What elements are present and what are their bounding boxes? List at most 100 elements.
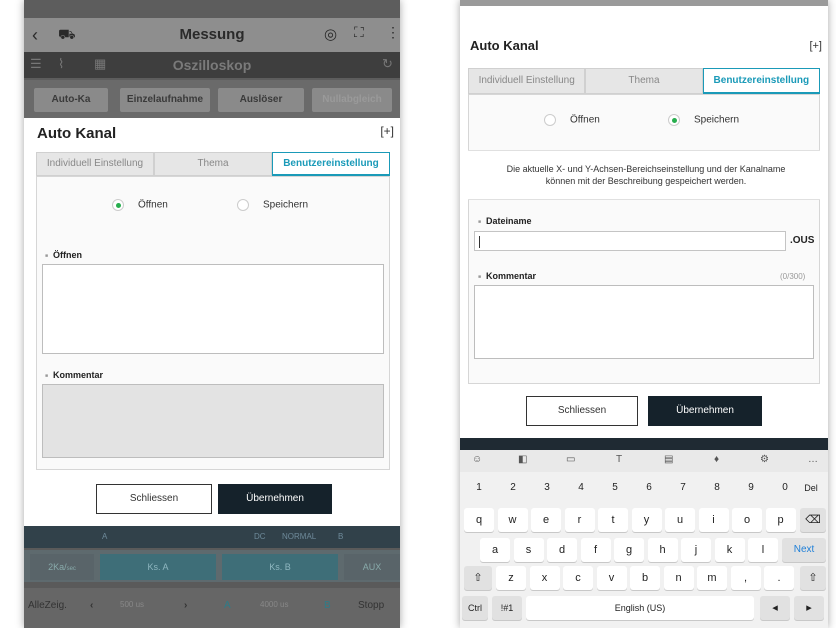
radio-open[interactable]: Öffnen bbox=[112, 199, 168, 211]
tab-user-settings[interactable]: Benutzereinstellung bbox=[272, 152, 390, 176]
on-screen-keyboard: ☺ ◧ ▭ T ▤ ♦ ⚙ … 1234567890 Del qwertyuio… bbox=[460, 438, 828, 628]
apply-button[interactable]: Übernehmen bbox=[648, 396, 762, 426]
microphone-icon[interactable]: ♦ bbox=[714, 454, 719, 465]
apply-button[interactable]: Übernehmen bbox=[218, 484, 332, 514]
close-button[interactable]: Schliessen bbox=[526, 396, 638, 426]
close-button[interactable]: Schliessen bbox=[96, 484, 212, 514]
space-key[interactable]: English (US) bbox=[526, 596, 754, 620]
letter-key[interactable]: i bbox=[698, 508, 729, 532]
comment-field[interactable] bbox=[474, 285, 814, 359]
text-style-icon[interactable]: T bbox=[616, 454, 622, 465]
tab-individual[interactable]: Individuell Einstellung bbox=[36, 152, 154, 176]
backspace-key[interactable]: ⌫ bbox=[800, 508, 826, 532]
gif-icon[interactable]: ▭ bbox=[566, 454, 575, 465]
number-key[interactable]: 1 bbox=[464, 478, 494, 498]
stop-button[interactable]: Stopp bbox=[358, 600, 384, 611]
letter-key[interactable]: o bbox=[732, 508, 762, 532]
next-key[interactable]: Next bbox=[782, 538, 826, 562]
number-key[interactable]: 6 bbox=[634, 478, 664, 498]
time-a-value[interactable]: 500 us bbox=[120, 600, 144, 609]
letter-key[interactable]: h bbox=[647, 538, 678, 562]
letter-key[interactable]: n bbox=[663, 566, 694, 590]
zero-button[interactable]: Nullabgleich bbox=[312, 88, 392, 112]
radio-save[interactable]: Speichern bbox=[668, 114, 739, 126]
tab-user-settings[interactable]: Benutzereinstellung bbox=[702, 68, 820, 94]
letter-key[interactable]: m bbox=[697, 566, 727, 590]
letter-key[interactable]: w bbox=[497, 508, 528, 532]
connection-icon[interactable]: ◎ bbox=[324, 25, 337, 43]
cursor-left-icon[interactable]: ◂ bbox=[760, 596, 790, 620]
number-key[interactable]: 8 bbox=[702, 478, 732, 498]
shift-left-key[interactable]: ⇧ bbox=[464, 566, 492, 590]
single-capture-button[interactable]: Einzelaufnahme bbox=[120, 88, 210, 112]
number-key[interactable]: 2 bbox=[498, 478, 528, 498]
letter-key[interactable]: v bbox=[596, 566, 627, 590]
letter-key[interactable]: g bbox=[614, 538, 644, 562]
number-key[interactable]: 3 bbox=[532, 478, 562, 498]
trigger-button[interactable]: Auslöser bbox=[218, 88, 304, 112]
time-b-value[interactable]: 4000 us bbox=[260, 600, 288, 609]
number-key[interactable]: 4 bbox=[566, 478, 596, 498]
letter-key[interactable]: z bbox=[496, 566, 526, 590]
channel-a-button[interactable]: Ks. A bbox=[100, 554, 216, 580]
more-icon[interactable]: ⋮ bbox=[386, 24, 400, 41]
radio-open[interactable]: Öffnen bbox=[544, 114, 600, 126]
expand-icon[interactable]: [+] bbox=[380, 124, 394, 138]
letter-key[interactable]: j bbox=[681, 538, 711, 562]
filename-input[interactable] bbox=[474, 231, 786, 251]
letter-key[interactable]: y bbox=[631, 508, 662, 532]
number-key[interactable]: 7 bbox=[668, 478, 698, 498]
tab-theme[interactable]: Thema bbox=[585, 68, 703, 94]
letter-key[interactable]: k bbox=[714, 538, 745, 562]
shift-right-key[interactable]: ⇧ bbox=[800, 566, 826, 590]
tab-theme[interactable]: Thema bbox=[154, 152, 272, 176]
description-line-2: können mit der Beschreibung gespeichert … bbox=[545, 176, 747, 186]
letter-key[interactable]: u bbox=[665, 508, 695, 532]
letter-key[interactable]: s bbox=[513, 538, 544, 562]
number-key[interactable]: 5 bbox=[600, 478, 630, 498]
letter-key[interactable]: q bbox=[464, 508, 494, 532]
letter-key[interactable]: c bbox=[563, 566, 593, 590]
cursor-b[interactable]: B bbox=[324, 600, 331, 611]
refresh-icon[interactable]: ↻ bbox=[382, 56, 393, 72]
auto-ka-button[interactable]: Auto-Ka bbox=[34, 88, 108, 112]
clipboard-icon[interactable]: ▤ bbox=[664, 454, 673, 465]
expand-icon[interactable]: [+] bbox=[809, 40, 822, 52]
emoji-icon[interactable]: ☺ bbox=[472, 454, 482, 465]
ctrl-key[interactable]: Ctrl bbox=[462, 596, 488, 620]
letter-key[interactable]: t bbox=[598, 508, 628, 532]
open-file-list[interactable] bbox=[42, 264, 384, 354]
settings-icon[interactable]: ⚙ bbox=[760, 454, 769, 465]
letter-key[interactable]: p bbox=[765, 508, 796, 532]
sticker-icon[interactable]: ◧ bbox=[518, 454, 527, 465]
letter-key[interactable]: l bbox=[748, 538, 778, 562]
ka-per-sec[interactable]: 2Ka/sec bbox=[30, 554, 94, 580]
show-all-button[interactable]: AlleZeig. bbox=[28, 600, 67, 611]
number-key[interactable]: 0 bbox=[770, 478, 800, 498]
letter-key[interactable]: e bbox=[531, 508, 561, 532]
expand-icon[interactable]: ⛶ bbox=[354, 24, 364, 41]
letter-key[interactable]: a bbox=[480, 538, 510, 562]
channel-row: 2Ka/sec Ks. A Ks. B AUX bbox=[24, 550, 400, 582]
channel-b-button[interactable]: Ks. B bbox=[222, 554, 338, 580]
letter-key[interactable]: . bbox=[764, 566, 794, 590]
prev-arrow-icon[interactable]: ‹ bbox=[90, 600, 93, 611]
ka-value: 2Ka/ bbox=[48, 562, 67, 572]
letter-key[interactable]: b bbox=[630, 566, 660, 590]
next-arrow-icon[interactable]: › bbox=[184, 600, 187, 611]
radio-save[interactable]: Speichern bbox=[237, 199, 308, 211]
letter-key[interactable]: x bbox=[529, 566, 560, 590]
cursor-a[interactable]: A bbox=[224, 600, 231, 611]
del-key[interactable]: Del bbox=[798, 478, 824, 498]
letter-key[interactable]: r bbox=[564, 508, 595, 532]
more-icon[interactable]: … bbox=[808, 454, 818, 465]
aux-button[interactable]: AUX bbox=[344, 554, 400, 580]
symbols-key[interactable]: !#1 bbox=[492, 596, 522, 620]
auto-kanal-dialog: Auto Kanal [+] Individuell Einstellung T… bbox=[24, 118, 400, 470]
letter-key[interactable]: d bbox=[547, 538, 577, 562]
letter-key[interactable]: f bbox=[580, 538, 611, 562]
tab-individual[interactable]: Individuell Einstellung bbox=[468, 68, 586, 94]
cursor-right-icon[interactable]: ▸ bbox=[794, 596, 824, 620]
number-key[interactable]: 9 bbox=[736, 478, 766, 498]
letter-key[interactable]: , bbox=[730, 566, 761, 590]
